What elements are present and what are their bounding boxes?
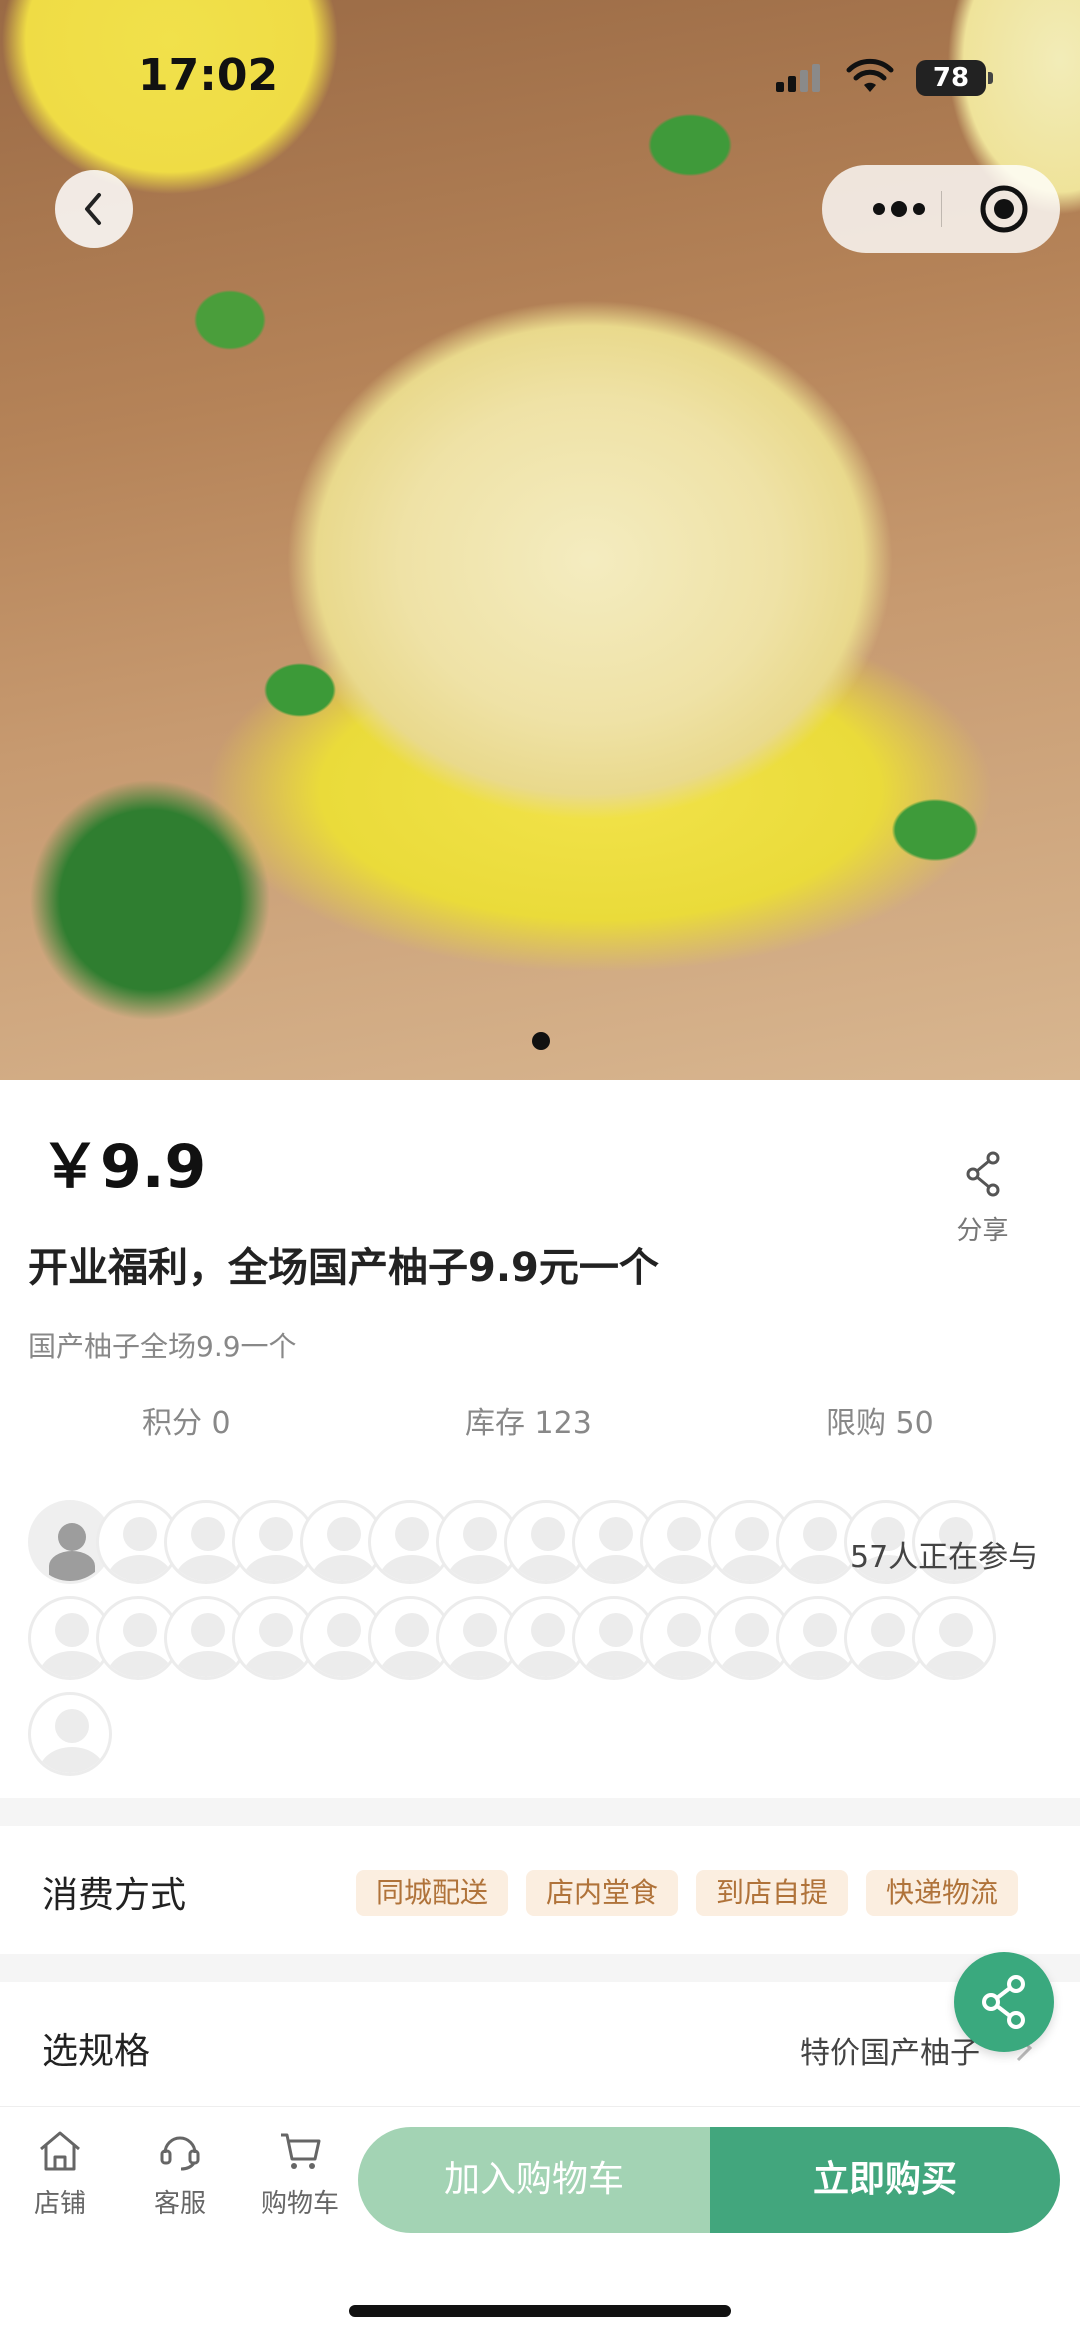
home-icon bbox=[40, 2131, 80, 2171]
service-label: 客服 bbox=[153, 2189, 206, 2219]
consume-tag: 到店自提 bbox=[696, 1870, 849, 1916]
back-button[interactable] bbox=[55, 170, 133, 248]
limit-stat: 限购 50 bbox=[826, 1406, 934, 1441]
more-icon bbox=[873, 201, 925, 217]
consume-tag: 快递物流 bbox=[866, 1870, 1019, 1916]
section-divider bbox=[0, 1954, 1080, 1982]
more-button[interactable] bbox=[857, 165, 941, 253]
consume-tag: 同城配送 bbox=[356, 1870, 509, 1916]
cart-label: 购物车 bbox=[260, 2189, 339, 2219]
stock-stat: 库存 123 bbox=[465, 1406, 592, 1441]
status-bar: 17:02 78 bbox=[0, 0, 1080, 160]
target-icon bbox=[980, 185, 1028, 233]
service-nav[interactable]: 客服 bbox=[135, 2129, 225, 2220]
avatar bbox=[912, 1596, 996, 1680]
signal-icon bbox=[776, 64, 820, 92]
cart-nav[interactable]: 购物车 bbox=[255, 2129, 345, 2220]
share-icon bbox=[982, 1975, 1025, 2029]
shop-nav[interactable]: 店铺 bbox=[15, 2129, 105, 2220]
buy-now-button[interactable]: 立即购买 bbox=[710, 2127, 1060, 2233]
share-button[interactable]: 分享 bbox=[950, 1150, 1015, 1270]
participants-count: 57人正在参与 bbox=[850, 1540, 1039, 1575]
avatar bbox=[28, 1692, 112, 1776]
battery-tip bbox=[988, 72, 993, 84]
share-label: 分享 bbox=[956, 1216, 1009, 1246]
wifi-icon bbox=[846, 58, 894, 92]
share-icon bbox=[966, 1151, 999, 1197]
home-indicator bbox=[349, 2305, 731, 2317]
consume-method-label: 消费方式 bbox=[42, 1875, 187, 1916]
close-mini-program-button[interactable] bbox=[962, 165, 1046, 253]
carousel-indicator bbox=[532, 1032, 550, 1050]
back-icon bbox=[85, 193, 101, 225]
service-icon bbox=[160, 2136, 200, 2171]
cart-icon bbox=[281, 2133, 321, 2169]
status-time: 17:02 bbox=[138, 50, 279, 101]
spec-value: 特价国产柚子 bbox=[800, 2036, 980, 2071]
floating-share-button[interactable] bbox=[954, 1952, 1054, 2052]
mini-program-capsule bbox=[822, 165, 1060, 253]
shop-label: 店铺 bbox=[33, 2189, 86, 2219]
section-divider bbox=[0, 1798, 1080, 1826]
battery-icon: 78 bbox=[916, 60, 986, 96]
consume-tag: 店内堂食 bbox=[526, 1870, 679, 1916]
product-subtitle: 国产柚子全场9.9一个 bbox=[28, 1330, 297, 1363]
product-price: ￥9.9 bbox=[40, 1132, 207, 1202]
capsule-divider bbox=[941, 191, 942, 227]
product-image[interactable] bbox=[0, 0, 1080, 1080]
spec-label: 选规格 bbox=[42, 2031, 151, 2072]
add-to-cart-button[interactable]: 加入购物车 bbox=[358, 2127, 710, 2233]
points-stat: 积分 0 bbox=[142, 1406, 231, 1441]
product-stats: 积分 0 库存 123 限购 50 bbox=[0, 1398, 1080, 1448]
product-title: 开业福利，全场国产柚子9.9元一个 bbox=[28, 1245, 659, 1291]
